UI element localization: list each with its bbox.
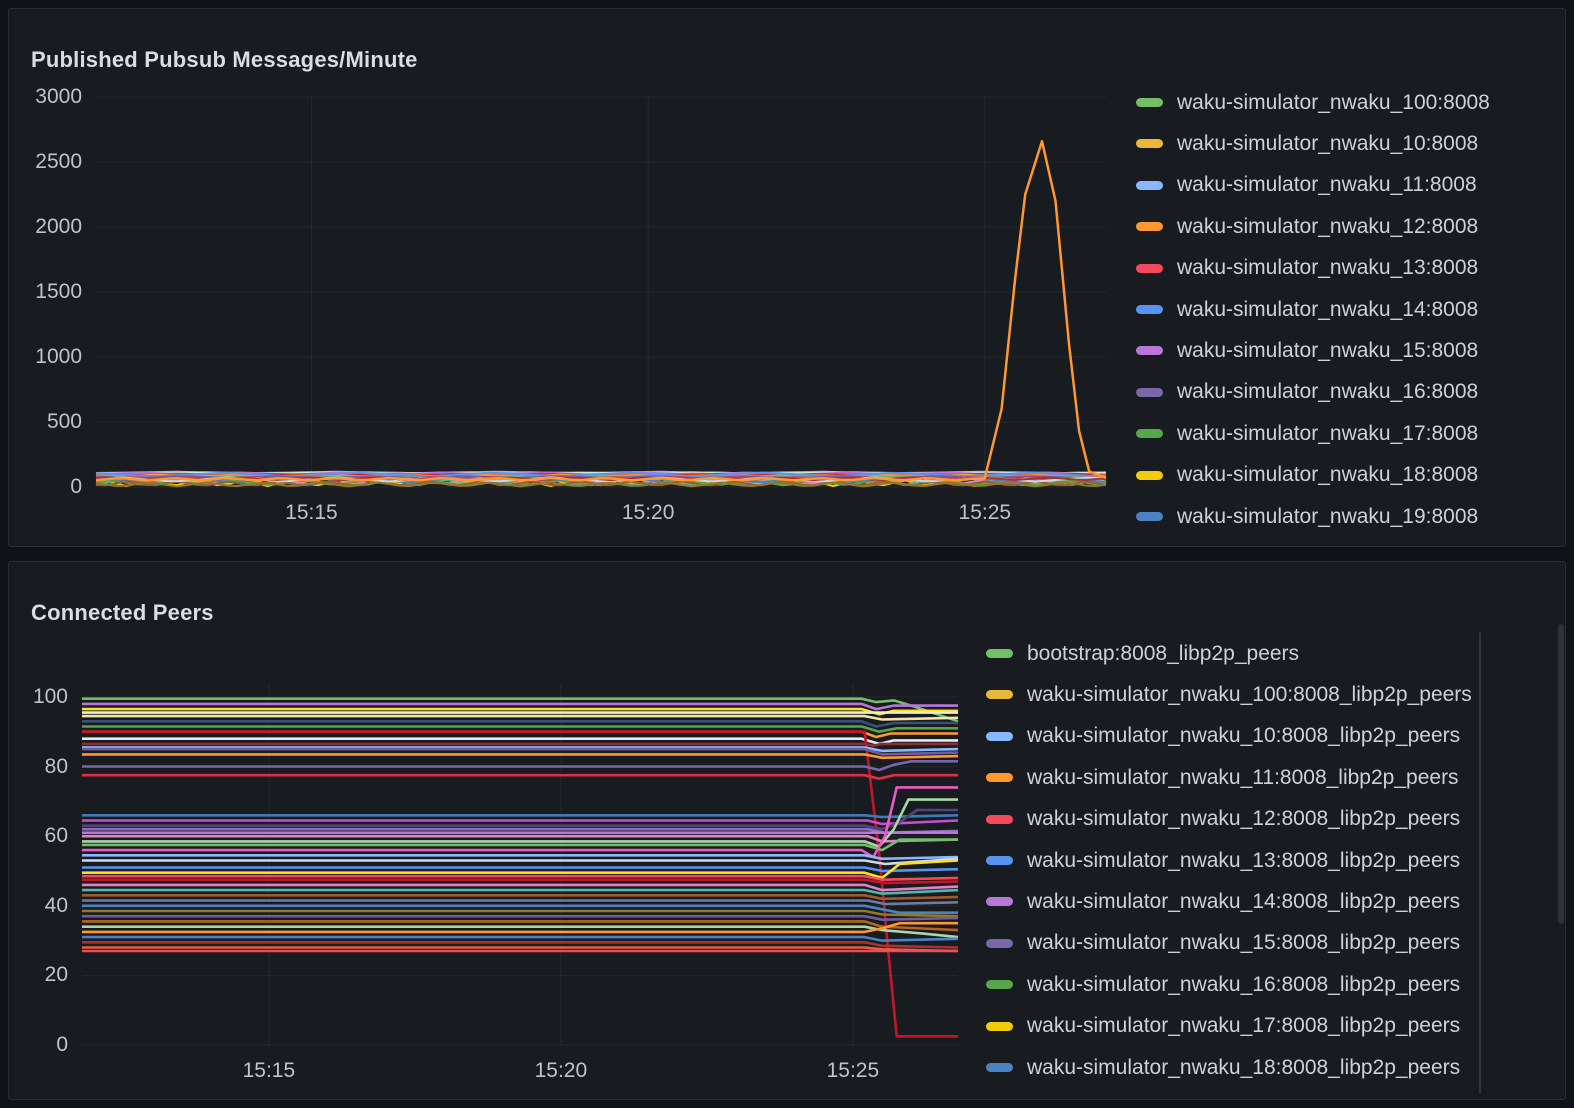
legend-item[interactable]: waku-simulator_nwaku_12:8008_libp2p_peer…	[986, 799, 1460, 840]
legend-item[interactable]: waku-simulator_nwaku_15:8008	[1136, 330, 1478, 371]
y-tick-label: 20	[9, 963, 68, 987]
legend-series-swatch-icon	[986, 856, 1013, 865]
legend-series-label[interactable]: waku-simulator_nwaku_17:8008	[1177, 422, 1478, 446]
legend-series-label[interactable]: waku-simulator_nwaku_16:8008	[1177, 380, 1478, 404]
legend-item[interactable]: waku-simulator_nwaku_15:8008_libp2p_peer…	[986, 923, 1460, 964]
legend-series-swatch-icon	[1136, 346, 1163, 355]
legend-item[interactable]: bootstrap:8008_libp2p_peers	[986, 633, 1299, 674]
y-tick-label: 100	[9, 685, 68, 709]
y-tick-label: 3000	[9, 85, 82, 109]
y-tick-label: 2500	[9, 150, 82, 174]
legend-series-label[interactable]: waku-simulator_nwaku_11:8008_libp2p_peer…	[1027, 766, 1459, 790]
legend-item[interactable]: waku-simulator_nwaku_16:8008_libp2p_peer…	[986, 964, 1460, 1005]
y-tick-label: 0	[9, 1033, 68, 1057]
legend-item[interactable]: waku-simulator_nwaku_100:8008_libp2p_pee…	[986, 674, 1472, 715]
legend-series-swatch-icon	[1136, 512, 1163, 521]
legend-series-swatch-icon	[986, 649, 1013, 658]
legend-series-label[interactable]: bootstrap:8008_libp2p_peers	[1027, 642, 1299, 666]
legend-item[interactable]: waku-simulator_nwaku_11:8008	[1136, 165, 1477, 206]
legend-series-swatch-icon	[986, 732, 1013, 741]
y-tick-label: 500	[9, 410, 82, 434]
legend-item[interactable]: waku-simulator_nwaku_14:8008_libp2p_peer…	[986, 881, 1460, 922]
legend-series-swatch-icon	[986, 773, 1013, 782]
legend-series-swatch-icon	[986, 1022, 1013, 1031]
legend-item[interactable]: waku-simulator_nwaku_18:8008	[1136, 455, 1478, 496]
published-messages-plot[interactable]	[96, 95, 1106, 495]
panel-title[interactable]: Published Pubsub Messages/Minute	[31, 47, 418, 73]
x-tick-label: 15:25	[813, 1059, 893, 1083]
y-tick-label: 60	[9, 824, 68, 848]
legend-item[interactable]: waku-simulator_nwaku_13:8008_libp2p_peer…	[986, 840, 1460, 881]
legend-series-swatch-icon	[1136, 98, 1163, 107]
legend-item[interactable]: waku-simulator_nwaku_16:8008	[1136, 372, 1478, 413]
legend-series-label[interactable]: waku-simulator_nwaku_18:8008_libp2p_peer…	[1027, 1056, 1460, 1080]
y-tick-label: 1000	[9, 345, 82, 369]
legend-item[interactable]: waku-simulator_nwaku_10:8008	[1136, 123, 1478, 164]
legend-series-label[interactable]: waku-simulator_nwaku_15:8008	[1177, 339, 1478, 363]
legend-series-label[interactable]: waku-simulator_nwaku_100:8008	[1177, 91, 1490, 115]
y-tick-label: 80	[9, 755, 68, 779]
legend-item[interactable]: waku-simulator_nwaku_10:8008_libp2p_peer…	[986, 716, 1460, 757]
panel-title[interactable]: Connected Peers	[31, 600, 214, 626]
legend-item[interactable]: waku-simulator_nwaku_100:8008	[1136, 82, 1490, 123]
x-tick-label: 15:15	[271, 501, 351, 525]
legend-series-swatch-icon	[986, 939, 1013, 948]
y-tick-label: 1500	[9, 280, 82, 304]
legend-series-swatch-icon	[1136, 139, 1163, 148]
legend-item[interactable]: waku-simulator_nwaku_17:8008_libp2p_peer…	[986, 1006, 1460, 1047]
legend-series-label[interactable]: waku-simulator_nwaku_12:8008	[1177, 215, 1478, 239]
legend-divider	[1479, 632, 1481, 1094]
connected-peers-svg	[82, 681, 958, 1047]
legend-series-label[interactable]: waku-simulator_nwaku_100:8008_libp2p_pee…	[1027, 683, 1472, 707]
legend-item[interactable]: waku-simulator_nwaku_14:8008	[1136, 289, 1478, 330]
legend-scrollbar[interactable]	[1558, 624, 1564, 924]
legend-series-label[interactable]: waku-simulator_nwaku_13:8008_libp2p_peer…	[1027, 849, 1460, 873]
legend-item[interactable]: waku-simulator_nwaku_12:8008	[1136, 206, 1478, 247]
panel-connected-peers: Connected Peers 0 20 40 60 80 100 15:15 15:20 15…	[8, 561, 1566, 1100]
legend-series-label[interactable]: waku-simulator_nwaku_11:8008	[1177, 173, 1477, 197]
legend-series-swatch-icon	[1136, 305, 1163, 314]
panel-published-pubsub-messages: Published Pubsub Messages/Minute 0 500 100…	[8, 8, 1566, 547]
legend-series-label[interactable]: waku-simulator_nwaku_12:8008_libp2p_peer…	[1027, 807, 1460, 831]
legend-series-label[interactable]: waku-simulator_nwaku_15:8008_libp2p_peer…	[1027, 931, 1460, 955]
legend-series-label[interactable]: waku-simulator_nwaku_18:8008	[1177, 463, 1478, 487]
legend-series-swatch-icon	[1136, 264, 1163, 273]
legend-series-swatch-icon	[986, 897, 1013, 906]
legend-series-swatch-icon	[1136, 388, 1163, 397]
legend-item[interactable]: waku-simulator_nwaku_11:8008_libp2p_peer…	[986, 757, 1459, 798]
y-tick-label: 0	[9, 475, 82, 499]
connected-peers-plot[interactable]	[82, 681, 958, 1049]
legend-item[interactable]: waku-simulator_nwaku_13:8008	[1136, 248, 1478, 289]
legend-series-label[interactable]: waku-simulator_nwaku_10:8008_libp2p_peer…	[1027, 724, 1460, 748]
legend-series-label[interactable]: waku-simulator_nwaku_16:8008_libp2p_peer…	[1027, 973, 1460, 997]
y-tick-label: 2000	[9, 215, 82, 239]
legend-series-swatch-icon	[986, 815, 1013, 824]
legend-series-label[interactable]: waku-simulator_nwaku_14:8008_libp2p_peer…	[1027, 890, 1460, 914]
legend-series-swatch-icon	[1136, 471, 1163, 480]
legend-series-label[interactable]: waku-simulator_nwaku_19:8008	[1177, 505, 1478, 529]
y-tick-label: 40	[9, 894, 68, 918]
grafana-dashboard: Published Pubsub Messages/Minute 0 500 100…	[0, 0, 1574, 1108]
legend-series-swatch-icon	[1136, 222, 1163, 231]
legend-series-swatch-icon	[1136, 429, 1163, 438]
legend-series-swatch-icon	[986, 1063, 1013, 1072]
legend-item[interactable]: waku-simulator_nwaku_18:8008_libp2p_peer…	[986, 1047, 1460, 1088]
legend-series-label[interactable]: waku-simulator_nwaku_17:8008_libp2p_peer…	[1027, 1014, 1460, 1038]
x-tick-label: 15:25	[945, 501, 1025, 525]
x-tick-label: 15:15	[229, 1059, 309, 1083]
legend-series-swatch-icon	[1136, 181, 1163, 190]
legend-item[interactable]: waku-simulator_nwaku_19:8008	[1136, 496, 1478, 537]
legend-series-label[interactable]: waku-simulator_nwaku_10:8008	[1177, 132, 1478, 156]
x-tick-label: 15:20	[608, 501, 688, 525]
legend-series-swatch-icon	[986, 690, 1013, 699]
legend-item[interactable]: waku-simulator_nwaku_17:8008	[1136, 413, 1478, 454]
x-tick-label: 15:20	[521, 1059, 601, 1083]
legend-series-label[interactable]: waku-simulator_nwaku_14:8008	[1177, 298, 1478, 322]
published-messages-svg	[96, 95, 1106, 489]
legend-series-label[interactable]: waku-simulator_nwaku_13:8008	[1177, 256, 1478, 280]
legend-series-swatch-icon	[986, 980, 1013, 989]
